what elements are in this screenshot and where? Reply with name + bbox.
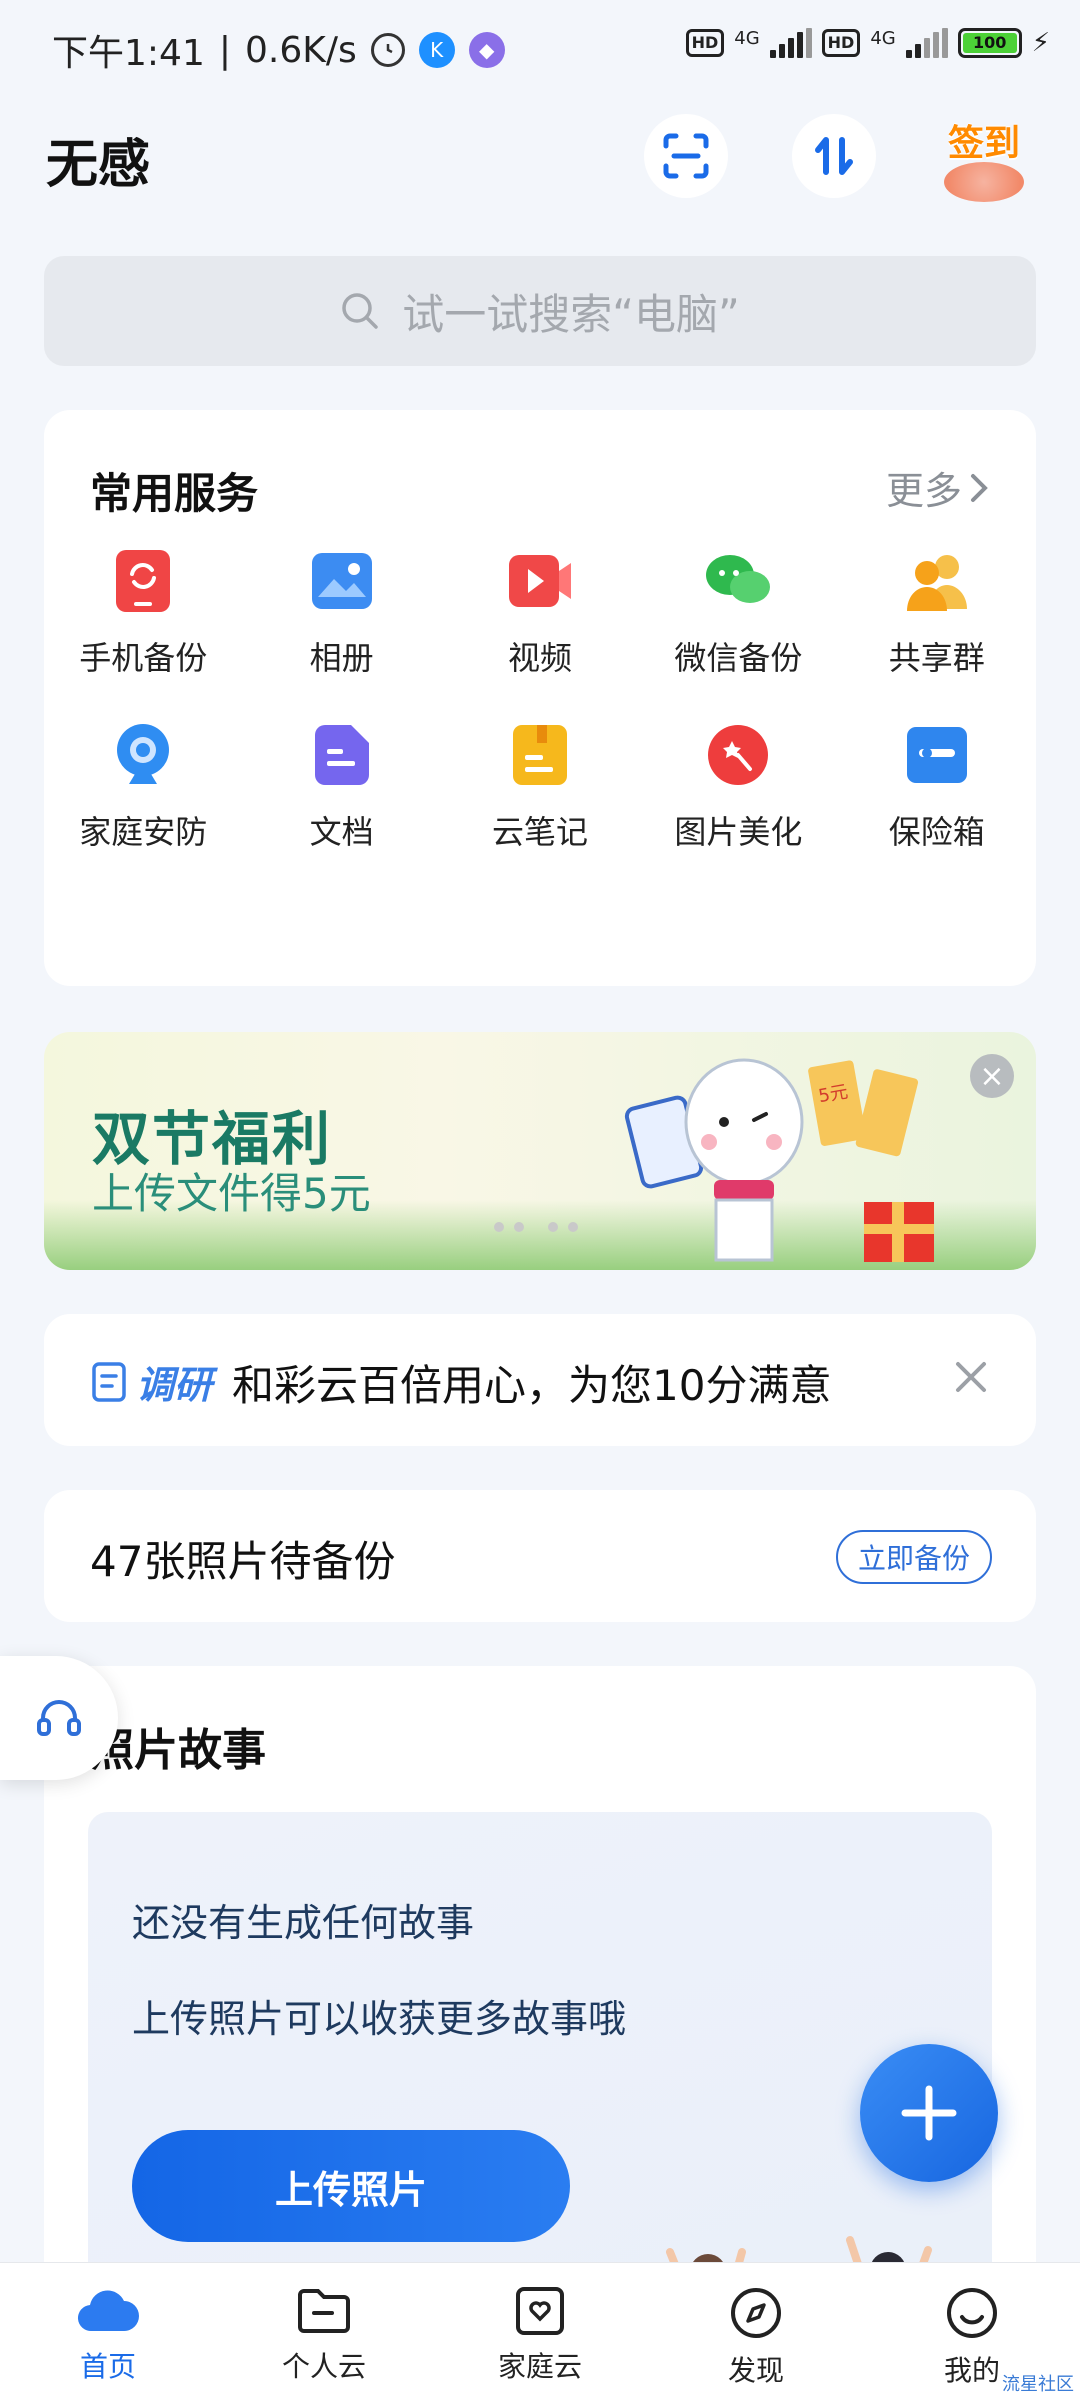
video-icon <box>504 545 576 617</box>
album-icon <box>306 545 378 617</box>
survey-tag: 调研 <box>90 1354 212 1409</box>
signin-button[interactable]: 签到 <box>938 108 1030 204</box>
service-album[interactable]: 相册 <box>242 545 440 679</box>
service-home-security[interactable]: 家庭安防 <box>44 719 242 853</box>
status-right: HD 4G HD 4G 100 ⚡ <box>685 28 1050 58</box>
share-group-icon <box>901 545 973 617</box>
nav-home[interactable]: 首页 <box>0 2263 216 2400</box>
status-bar: 下午1:41 | 0.6K/s K ◆ HD 4G HD 4G 100 ⚡ <box>0 0 1080 100</box>
hd-badge: HD <box>685 29 725 57</box>
status-left: 下午1:41 | 0.6K/s K ◆ <box>52 24 505 76</box>
folder-icon <box>298 2289 350 2333</box>
beautify-icon <box>702 719 774 791</box>
status-time: 下午1:41 <box>52 33 205 74</box>
upload-photo-button[interactable]: 上传照片 <box>132 2130 570 2242</box>
service-phone-backup[interactable]: 手机备份 <box>44 545 242 679</box>
survey-text: 和彩云百倍用心，为您10分满意 <box>232 1361 832 1410</box>
scan-button[interactable] <box>644 114 728 198</box>
survey-tag-label: 调研 <box>136 1363 213 1407</box>
survey-icon <box>92 1361 126 1402</box>
add-fab-button[interactable] <box>860 2044 998 2182</box>
bottom-nav: 首页 个人云 家庭云 发现 我的 <box>0 2262 1080 2400</box>
service-documents[interactable]: 文档 <box>242 719 440 853</box>
chevron-right-icon <box>971 473 988 502</box>
nav-family-cloud[interactable]: 家庭云 <box>432 2263 648 2400</box>
search-icon <box>342 293 378 329</box>
backup-now-button[interactable]: 立即备份 <box>836 1530 992 1584</box>
family-cloud-icon <box>516 2287 564 2335</box>
scan-icon <box>663 133 709 179</box>
signin-label: 签到 <box>947 123 1020 164</box>
safe-icon <box>901 719 973 791</box>
promo-banner[interactable]: 双节福利 上传文件得5元 5元 × <box>44 1032 1036 1270</box>
signal-icon-2 <box>905 28 948 58</box>
transfer-icon <box>815 137 853 175</box>
service-wechat-backup[interactable]: 微信备份 <box>639 545 837 679</box>
service-photo-beautify[interactable]: 图片美化 <box>639 719 837 853</box>
status-speed: 0.6K/s <box>244 29 357 71</box>
battery-icon: 100 <box>957 28 1022 58</box>
nav-personal-cloud[interactable]: 个人云 <box>216 2263 432 2400</box>
services-title: 常用服务 <box>90 469 259 518</box>
signin-decoration <box>944 162 1024 202</box>
search-bar[interactable]: 试一试搜索“电脑” <box>44 256 1036 366</box>
close-icon <box>956 1362 986 1392</box>
page-title: 无感 <box>46 135 151 195</box>
watermark-text: 流星社区 <box>1002 2374 1074 2395</box>
banner-close-button[interactable]: × <box>970 1054 1014 1098</box>
hd-badge-2: HD <box>821 29 861 57</box>
compass-icon <box>731 2288 781 2338</box>
camera-icon <box>107 719 179 791</box>
signal-icon <box>769 28 812 58</box>
service-share-group[interactable]: 共享群 <box>838 545 1036 679</box>
survey-close-button[interactable] <box>946 1352 996 1402</box>
banner-subtitle: 上传文件得5元 <box>92 1169 371 1218</box>
services-grid: 手机备份 相册 视频 微信备份 共享群 家庭安防 文档 云笔记 图片美化 保险箱 <box>44 545 1036 853</box>
network-label-1: 4G <box>734 28 760 49</box>
battery-level: 100 <box>962 33 1017 53</box>
network-label-2: 4G <box>870 28 896 49</box>
story-empty-line2: 上传照片可以收获更多故事哦 <box>132 1997 627 2041</box>
search-placeholder: 试一试搜索“电脑” <box>402 289 740 339</box>
backup-card: 47张照片待备份 立即备份 <box>44 1490 1036 1622</box>
more-label: 更多 <box>885 469 962 513</box>
mascot-illustration: 5元 <box>624 1058 934 1262</box>
story-empty-line1: 还没有生成任何故事 <box>132 1901 475 1945</box>
services-more-link[interactable]: 更多 <box>886 460 990 515</box>
plus-icon <box>901 2085 957 2141</box>
charging-icon: ⚡ <box>1031 28 1050 58</box>
transfer-button[interactable] <box>792 114 876 198</box>
service-video[interactable]: 视频 <box>441 545 639 679</box>
app-hat-icon: ◆ <box>468 32 505 68</box>
service-cloud-notes[interactable]: 云笔记 <box>441 719 639 853</box>
headset-icon <box>37 1700 81 1736</box>
alarm-icon <box>370 33 405 67</box>
backup-text: 47张照片待备份 <box>90 1537 396 1586</box>
service-safe-box[interactable]: 保险箱 <box>838 719 1036 853</box>
app-k-icon: K <box>418 32 455 68</box>
nav-discover[interactable]: 发现 <box>648 2263 864 2400</box>
document-icon <box>306 719 378 791</box>
survey-card[interactable]: 调研 和彩云百倍用心，为您10分满意 <box>44 1314 1036 1446</box>
notes-icon <box>504 719 576 791</box>
phone-backup-icon <box>107 545 179 617</box>
cloud-icon <box>77 2290 139 2332</box>
banner-pager-dots <box>494 1222 578 1232</box>
close-icon: × <box>979 1058 1005 1094</box>
wechat-icon <box>702 545 774 617</box>
smile-icon <box>947 2288 997 2338</box>
